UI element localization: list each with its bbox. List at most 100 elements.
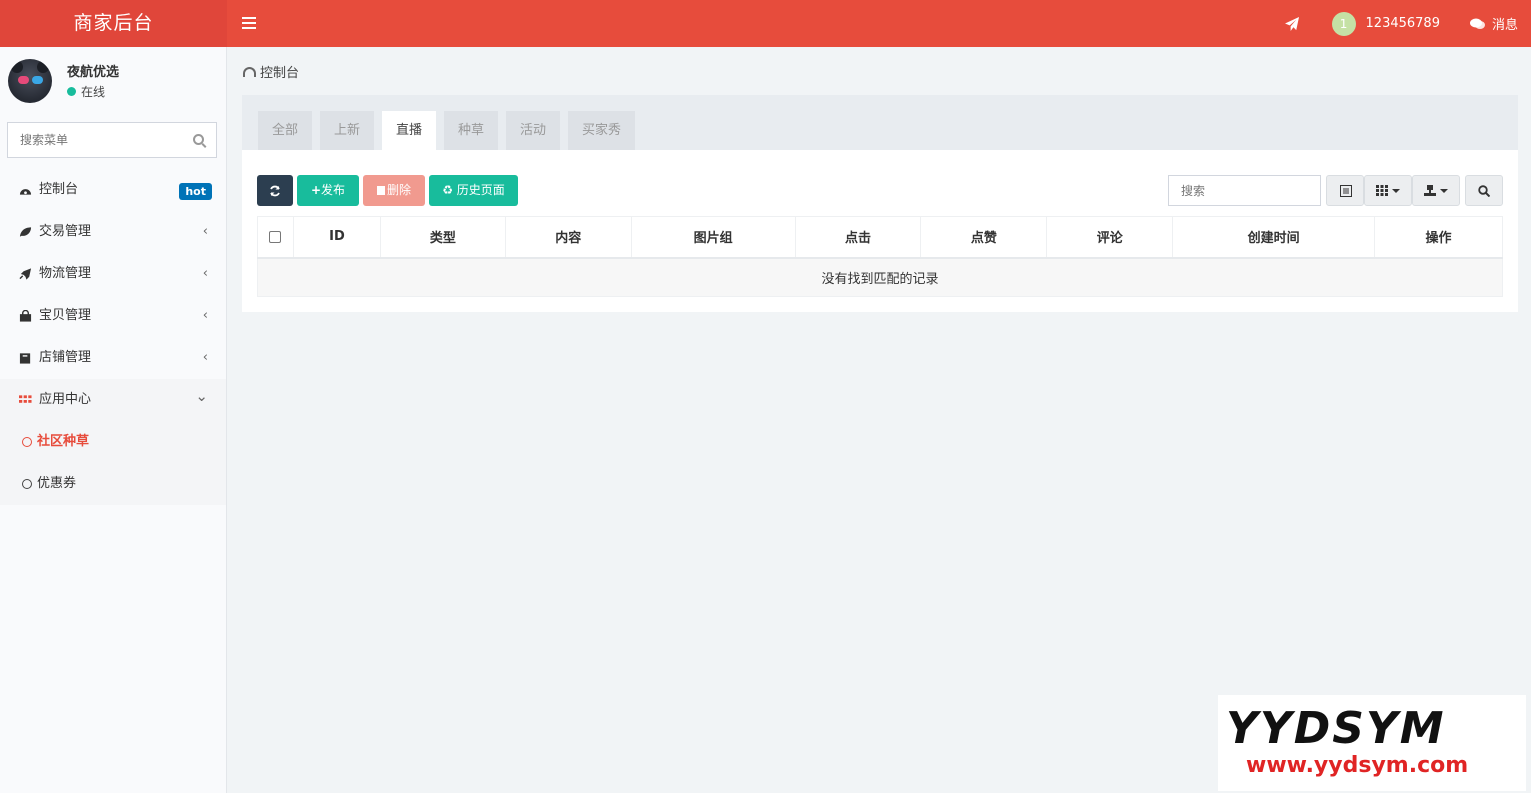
sidebar-item-products[interactable]: 宝贝管理 ‹ xyxy=(0,295,226,337)
watermark-brand: YYDSYM xyxy=(1226,703,1446,754)
sidebar-item-label: 交易管理 xyxy=(39,224,92,239)
trash-icon xyxy=(376,186,385,195)
delete-label: 删除 xyxy=(386,183,411,197)
store-icon xyxy=(19,353,31,364)
apps-submenu: 社区种草 优惠券 xyxy=(0,421,226,505)
user-panel: 夜航优选 在线 xyxy=(8,59,218,109)
header-right: 1 123456789 消息 xyxy=(1273,0,1531,47)
table-row: 没有找到匹配的记录 xyxy=(257,257,1503,297)
online-dot-icon xyxy=(67,87,76,96)
search-icon[interactable] xyxy=(193,134,204,145)
col-actions: 操作 xyxy=(1374,216,1503,259)
tab-buyer-show[interactable]: 买家秀 xyxy=(568,111,636,150)
refresh-button[interactable] xyxy=(257,175,293,206)
dashboard-icon xyxy=(243,66,256,77)
sidebar-item-logistics[interactable]: 物流管理 ‹ xyxy=(0,253,226,295)
sidebar-item-label: 物流管理 xyxy=(39,266,92,281)
sidebar-item-store[interactable]: 店铺管理 ‹ xyxy=(0,337,226,379)
export-icon xyxy=(1424,185,1436,196)
col-comments[interactable]: 评论 xyxy=(1046,216,1174,259)
sidebar-item-label: 宝贝管理 xyxy=(39,308,92,323)
col-likes[interactable]: 点赞 xyxy=(920,216,1048,259)
publish-button[interactable]: +发布 xyxy=(297,175,359,206)
hot-badge: hot xyxy=(179,183,212,200)
tab-activity[interactable]: 活动 xyxy=(506,111,561,150)
menu-search xyxy=(7,122,217,158)
search-button[interactable] xyxy=(1465,175,1503,206)
publish-label: 发布 xyxy=(321,183,346,197)
send-button[interactable] xyxy=(1273,0,1312,47)
sidebar-menu: 控制台 hot 交易管理 ‹ 物流管理 ‹ 宝贝管理 ‹ 店铺管理 ‹ 应用中心… xyxy=(0,169,226,505)
sidebar-item-dashboard[interactable]: 控制台 hot xyxy=(0,169,226,211)
columns-button[interactable] xyxy=(1364,175,1412,206)
col-content[interactable]: 内容 xyxy=(504,216,632,259)
sidebar-item-trade[interactable]: 交易管理 ‹ xyxy=(0,211,226,253)
user-status: 在线 xyxy=(67,83,105,100)
messages-button[interactable]: 消息 xyxy=(1452,0,1531,47)
select-all-checkbox[interactable] xyxy=(269,230,282,243)
tab-seeding[interactable]: 种草 xyxy=(444,111,499,150)
top-header: 商家后台 1 123456789 消息 xyxy=(0,0,1531,47)
header-username: 123456789 xyxy=(1365,16,1440,31)
tabs-bar: 全部 上新 直播 种草 活动 买家秀 xyxy=(242,95,1518,150)
breadcrumb-current[interactable]: 控制台 xyxy=(260,62,299,81)
col-images[interactable]: 图片组 xyxy=(630,216,796,259)
plus-icon: + xyxy=(310,183,322,197)
paper-plane-icon xyxy=(1284,16,1299,31)
user-menu[interactable]: 1 123456789 xyxy=(1312,0,1452,47)
export-button[interactable] xyxy=(1412,175,1460,206)
leaf-icon xyxy=(19,227,32,237)
chevron-left-icon: ‹ xyxy=(202,266,208,281)
user-name: 夜航优选 xyxy=(67,65,120,80)
tab-live[interactable]: 直播 xyxy=(382,111,437,150)
sidebar: 夜航优选 在线 控制台 hot 交易管理 ‹ 物流管理 ‹ 宝贝管理 ‹ xyxy=(0,47,227,793)
history-button[interactable]: ♻ 历史页面 xyxy=(429,175,518,206)
watermark: YYDSYM www.yydsym.com xyxy=(1218,695,1526,791)
rocket-icon xyxy=(19,268,32,280)
sidebar-item-label: 控制台 xyxy=(39,182,79,197)
sidebar-toggle-icon[interactable] xyxy=(242,14,256,32)
sidebar-subitem-label: 优惠券 xyxy=(37,476,77,491)
col-id[interactable]: ID xyxy=(292,216,381,259)
comments-icon xyxy=(1469,18,1485,29)
data-table: ID 类型 内容 图片组 点击 点赞 评论 创建时间 操作 没有找到匹配的记录 xyxy=(257,216,1503,297)
logo-title[interactable]: 商家后台 xyxy=(0,0,227,47)
list-icon xyxy=(1340,185,1352,197)
sidebar-item-label: 店铺管理 xyxy=(39,350,92,365)
col-created-at[interactable]: 创建时间 xyxy=(1172,216,1376,259)
shopping-bag-icon xyxy=(19,310,32,322)
apps-grid-icon xyxy=(19,395,32,403)
dashboard-icon xyxy=(19,189,32,195)
col-clicks[interactable]: 点击 xyxy=(794,216,922,259)
circle-icon xyxy=(22,437,32,447)
tab-all[interactable]: 全部 xyxy=(258,111,313,150)
empty-message: 没有找到匹配的记录 xyxy=(257,257,1503,297)
tab-new[interactable]: 上新 xyxy=(320,111,375,150)
chevron-left-icon: ‹ xyxy=(202,308,208,323)
sidebar-item-apps[interactable]: 应用中心 ⌄ xyxy=(0,379,226,421)
user-status-text: 在线 xyxy=(81,85,106,99)
chevron-left-icon: ‹ xyxy=(202,224,208,239)
messages-label: 消息 xyxy=(1491,18,1518,33)
delete-button[interactable]: 删除 xyxy=(363,175,425,206)
circle-icon xyxy=(22,479,32,489)
table-search-input[interactable] xyxy=(1168,175,1321,206)
breadcrumb: 控制台 xyxy=(243,62,299,81)
search-icon xyxy=(1478,185,1490,197)
sidebar-subitem-label: 社区种草 xyxy=(37,434,90,449)
sidebar-subitem-coupons[interactable]: 优惠券 xyxy=(0,463,226,505)
col-type[interactable]: 类型 xyxy=(379,216,506,259)
watermark-url: www.yydsym.com xyxy=(1246,753,1469,778)
sidebar-item-label: 应用中心 xyxy=(39,392,92,407)
toggle-view-button[interactable] xyxy=(1326,175,1364,206)
user-avatar xyxy=(8,59,52,103)
chevron-left-icon: ‹ xyxy=(202,350,208,365)
history-label: 历史页面 xyxy=(456,183,505,197)
caret-down-icon xyxy=(1440,189,1448,193)
sidebar-subitem-community[interactable]: 社区种草 xyxy=(0,421,226,463)
menu-search-input[interactable] xyxy=(8,123,178,157)
table-header-row: ID 类型 内容 图片组 点击 点赞 评论 创建时间 操作 xyxy=(257,216,1503,259)
select-all-cell xyxy=(257,216,294,259)
refresh-icon xyxy=(270,185,280,196)
chevron-down-icon: ⌄ xyxy=(195,387,208,405)
